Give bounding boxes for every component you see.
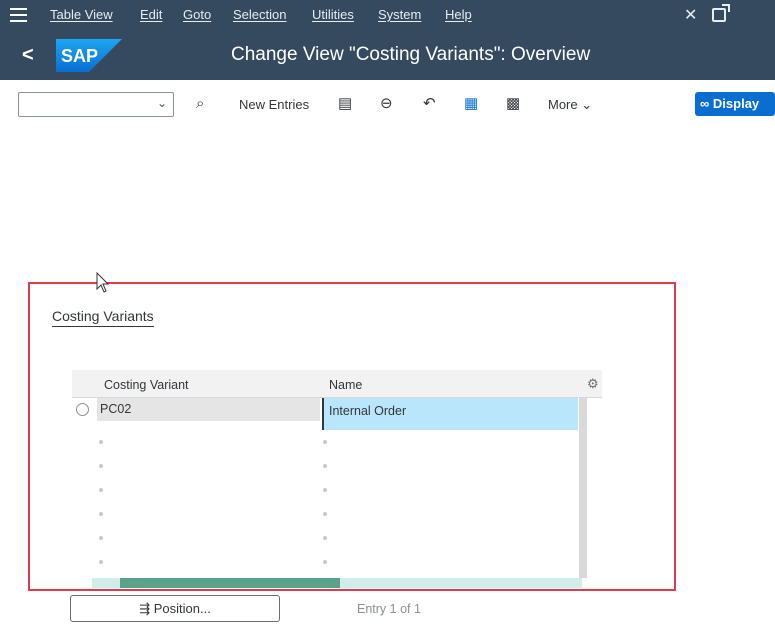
row-dot xyxy=(323,488,327,492)
menu-table-view[interactable]: Table View xyxy=(50,7,113,22)
display-label: Display xyxy=(712,96,760,111)
empty-row[interactable] xyxy=(72,528,602,551)
row-selector[interactable] xyxy=(76,403,89,416)
sap-logo: SAP xyxy=(56,39,122,72)
position-label: Position... xyxy=(153,601,211,616)
mouse-cursor-icon xyxy=(96,272,110,293)
costing-variants-table: Costing Variant Name ⚙ PC02 Internal Ord… xyxy=(72,370,602,590)
empty-row[interactable] xyxy=(72,480,602,503)
undo-icon[interactable]: ↶ xyxy=(423,95,436,113)
row-dot xyxy=(99,488,103,492)
empty-row[interactable] xyxy=(72,456,602,479)
row-dot xyxy=(323,440,327,444)
chevron-down-icon: ⌄ xyxy=(156,96,167,110)
svg-text:SAP: SAP xyxy=(61,46,98,66)
menu-bar: Table View Edit Goto Selection Utilities… xyxy=(0,0,775,31)
empty-row[interactable] xyxy=(72,504,602,527)
menu-goto[interactable]: Goto xyxy=(183,7,211,22)
vertical-scrollbar[interactable] xyxy=(579,398,587,578)
cell-costing-variant: PC02 xyxy=(97,398,320,421)
external-window-icon[interactable] xyxy=(712,4,730,22)
row-dot xyxy=(99,512,103,516)
title-bar: < SAP Change View "Costing Variants": Ov… xyxy=(0,31,775,80)
column-header-costing-variant[interactable]: Costing Variant xyxy=(104,378,189,392)
row-dot xyxy=(99,464,103,468)
position-button[interactable]: ⇶ Position... xyxy=(70,595,280,622)
row-dot xyxy=(99,536,103,540)
table-settings-icon[interactable]: ⚙ xyxy=(587,376,599,392)
name-input[interactable]: Internal Order xyxy=(322,398,578,430)
more-label: More xyxy=(548,97,578,112)
search-icon[interactable]: ⌕ xyxy=(196,95,204,113)
copy-icon[interactable]: ▤ xyxy=(338,95,352,113)
empty-row[interactable] xyxy=(72,552,602,575)
entry-info: Entry 1 of 1 xyxy=(357,602,421,616)
menu-utilities[interactable]: Utilities xyxy=(312,7,354,22)
variant-select[interactable]: ⌄ xyxy=(18,92,174,117)
page-title: Change View "Costing Variants": Overview xyxy=(231,44,591,65)
table-header: Costing Variant Name ⚙ xyxy=(72,370,602,398)
row-dot xyxy=(323,464,327,468)
panel-title: Costing Variants xyxy=(52,308,154,327)
row-dot xyxy=(99,440,103,444)
row-dot xyxy=(323,512,327,516)
deselect-all-icon[interactable]: ▩ xyxy=(506,95,520,113)
empty-row[interactable] xyxy=(72,432,602,455)
menu-help[interactable]: Help xyxy=(445,7,472,22)
costing-variants-panel: Costing Variants Costing Variant Name ⚙ … xyxy=(28,282,676,591)
toolbar: ⌄ ⌕ New Entries ▤ ⊖ ↶ ▦ ▩ More ⌄ ∞ Displ… xyxy=(0,80,775,130)
chevron-down-icon: ⌄ xyxy=(581,97,593,112)
menu-system[interactable]: System xyxy=(378,7,421,22)
display-button[interactable]: ∞ Display xyxy=(695,92,775,116)
close-icon[interactable]: ✕ xyxy=(684,5,697,25)
column-header-name[interactable]: Name xyxy=(329,378,362,392)
back-icon[interactable]: < xyxy=(22,44,34,67)
position-icon: ⇶ xyxy=(139,601,151,616)
horizontal-scrollbar-thumb[interactable] xyxy=(120,578,340,588)
menu-selection[interactable]: Selection xyxy=(233,7,286,22)
menu-edit[interactable]: Edit xyxy=(140,7,162,22)
row-dot xyxy=(323,536,327,540)
delete-icon[interactable]: ⊖ xyxy=(380,95,393,113)
new-entries-button[interactable]: New Entries xyxy=(239,97,309,112)
table-row[interactable]: PC02 Internal Order xyxy=(72,398,602,430)
row-dot xyxy=(99,560,103,564)
menu-icon[interactable] xyxy=(10,8,28,23)
glasses-icon: ∞ xyxy=(700,96,710,111)
more-button[interactable]: More ⌄ xyxy=(548,97,592,113)
select-all-icon[interactable]: ▦ xyxy=(464,95,478,113)
row-dot xyxy=(323,560,327,564)
